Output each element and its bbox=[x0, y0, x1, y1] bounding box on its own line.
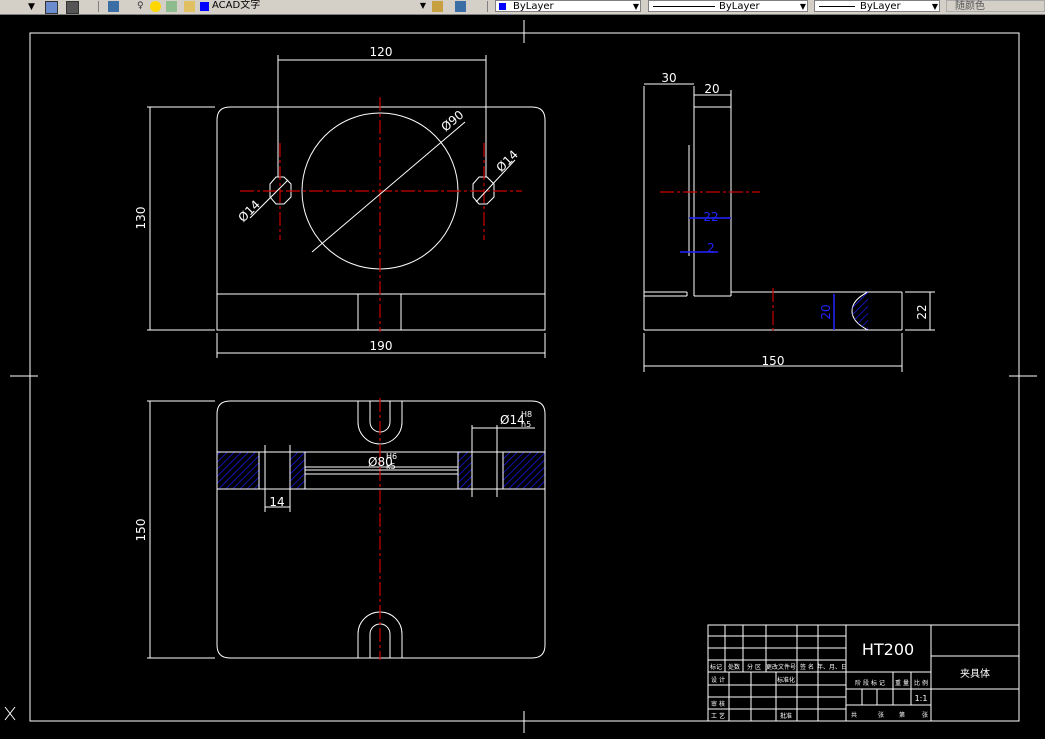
chevron-down-icon[interactable]: ▼ bbox=[932, 2, 938, 11]
lineweight-value: ByLayer bbox=[860, 1, 901, 12]
front-centerlines bbox=[240, 97, 522, 332]
row-label: 审 核 bbox=[711, 700, 725, 708]
front-outline bbox=[216, 106, 546, 331]
dim-22-rib: 22 bbox=[703, 210, 718, 224]
header-cell: 标记 bbox=[710, 663, 722, 671]
linetype-combo[interactable]: ByLayer ▼ bbox=[648, 0, 808, 12]
ucs-icon bbox=[4, 706, 16, 721]
dim-130: 130 bbox=[134, 207, 148, 230]
side-hatch bbox=[852, 292, 868, 330]
properties-toolbar: ▼ ♀ ACAD文字 ▼ ByLayer ▼ ByLayer ▼ ByLayer… bbox=[0, 0, 1045, 15]
sun-icon[interactable] bbox=[150, 1, 161, 12]
dim-hole-left: Ø14 bbox=[235, 197, 262, 224]
text-style-value: ACAD文字 bbox=[212, 0, 261, 11]
dropdown-arrow-icon[interactable]: ▼ bbox=[28, 2, 39, 13]
dim-2: 2 bbox=[707, 241, 715, 255]
front-dim-texts: 120 130 190 Ø90 Ø14 Ø14 bbox=[134, 45, 521, 353]
line-preview bbox=[819, 6, 855, 7]
approve-label: 批准 bbox=[780, 712, 792, 720]
front-dimensions bbox=[147, 55, 546, 358]
dim-22-base: 22 bbox=[915, 304, 929, 319]
dim-120: 120 bbox=[370, 45, 393, 59]
plotstyle-value: 随颜色 bbox=[955, 1, 985, 12]
freeze-icon[interactable] bbox=[166, 1, 177, 12]
lock-icon[interactable] bbox=[184, 1, 195, 12]
material-label: HT200 bbox=[862, 640, 914, 659]
dim-bore-fit-lower: k5 bbox=[386, 462, 396, 471]
centering-marks bbox=[10, 20, 1037, 733]
header-cell: 处数 bbox=[728, 663, 740, 671]
drawing-canvas[interactable]: 120 130 190 Ø90 Ø14 Ø14 30 20 22 150 22 … bbox=[0, 15, 1045, 739]
title-block-texts: HT200 夹具体 1:1 标记 处数 分 区 更改文件号 签 名 年、月、日 … bbox=[710, 640, 990, 720]
make-current-icon[interactable] bbox=[432, 1, 443, 12]
color-value: ByLayer bbox=[513, 1, 554, 12]
row-label: 工 艺 bbox=[711, 712, 725, 720]
dim-150-side: 150 bbox=[762, 354, 785, 368]
side-highlight-dims bbox=[680, 217, 835, 330]
stage-header: 阶 段 标 记 bbox=[855, 679, 885, 687]
dim-hole-fit-upper: H8 bbox=[521, 410, 532, 419]
std-label: 标准化 bbox=[777, 676, 795, 684]
linetype-value: ByLayer bbox=[719, 1, 760, 12]
plotstyle-combo[interactable]: 随颜色 bbox=[946, 0, 1045, 12]
dim-20-hatch: 20 bbox=[819, 304, 833, 319]
scale-value: 1:1 bbox=[915, 694, 928, 703]
plan-dimensions bbox=[147, 400, 535, 659]
sheet-label: 张 bbox=[922, 711, 928, 719]
light-bulb-icon[interactable]: ♀ bbox=[137, 1, 148, 12]
dim-150-plan: 150 bbox=[134, 519, 148, 542]
dim-hole-right: Ø14 bbox=[493, 147, 520, 174]
line-preview bbox=[653, 6, 715, 7]
front-view bbox=[216, 106, 546, 331]
color-combo[interactable]: ByLayer ▼ bbox=[495, 0, 641, 12]
dim-hole-fit-lower: h5 bbox=[521, 420, 531, 429]
dim-14-plan: 14 bbox=[269, 495, 284, 509]
header-cell: 更改文件号 bbox=[766, 663, 796, 671]
side-dim-texts: 30 20 22 150 bbox=[661, 71, 929, 368]
stage-header: 比 例 bbox=[914, 679, 928, 687]
side-dimensions bbox=[643, 83, 935, 372]
plan-view bbox=[216, 400, 546, 659]
header-cell: 签 名 bbox=[800, 663, 814, 671]
side-highlight-texts: 22 2 20 bbox=[703, 210, 833, 320]
header-cell: 年、月、日 bbox=[817, 663, 847, 671]
layer-previous-stack-icon[interactable] bbox=[455, 1, 466, 12]
sheet-border bbox=[29, 32, 1020, 722]
sheet-label: 共 bbox=[851, 711, 857, 719]
chevron-down-icon[interactable]: ▼ bbox=[420, 1, 426, 10]
plan-outline bbox=[216, 400, 546, 659]
dim-bore: Ø90 bbox=[438, 108, 466, 135]
dim-bore-fit-upper: H6 bbox=[386, 452, 397, 461]
color-swatch-icon bbox=[200, 2, 209, 11]
stage-header: 重 量 bbox=[895, 679, 909, 687]
chevron-down-icon[interactable]: ▼ bbox=[800, 2, 806, 11]
lineweight-combo[interactable]: ByLayer ▼ bbox=[814, 0, 940, 12]
color-swatch-icon bbox=[499, 3, 506, 10]
command-line[interactable] bbox=[0, 739, 1045, 745]
dim-30: 30 bbox=[661, 71, 676, 85]
part-name: 夹具体 bbox=[960, 667, 990, 680]
layer-stack-icon[interactable] bbox=[108, 1, 119, 12]
dim-20: 20 bbox=[704, 82, 719, 96]
layer-previous-icon[interactable] bbox=[66, 1, 79, 14]
header-cell: 分 区 bbox=[747, 663, 761, 671]
sheet-label: 第 bbox=[899, 711, 905, 719]
sheet-label: 张 bbox=[878, 711, 884, 719]
chevron-down-icon[interactable]: ▼ bbox=[633, 2, 639, 11]
dim-190: 190 bbox=[370, 339, 393, 353]
text-style-combo[interactable]: ACAD文字 ▼ bbox=[212, 0, 427, 12]
row-label: 设 计 bbox=[711, 676, 725, 684]
layer-manager-icon[interactable] bbox=[45, 1, 58, 14]
